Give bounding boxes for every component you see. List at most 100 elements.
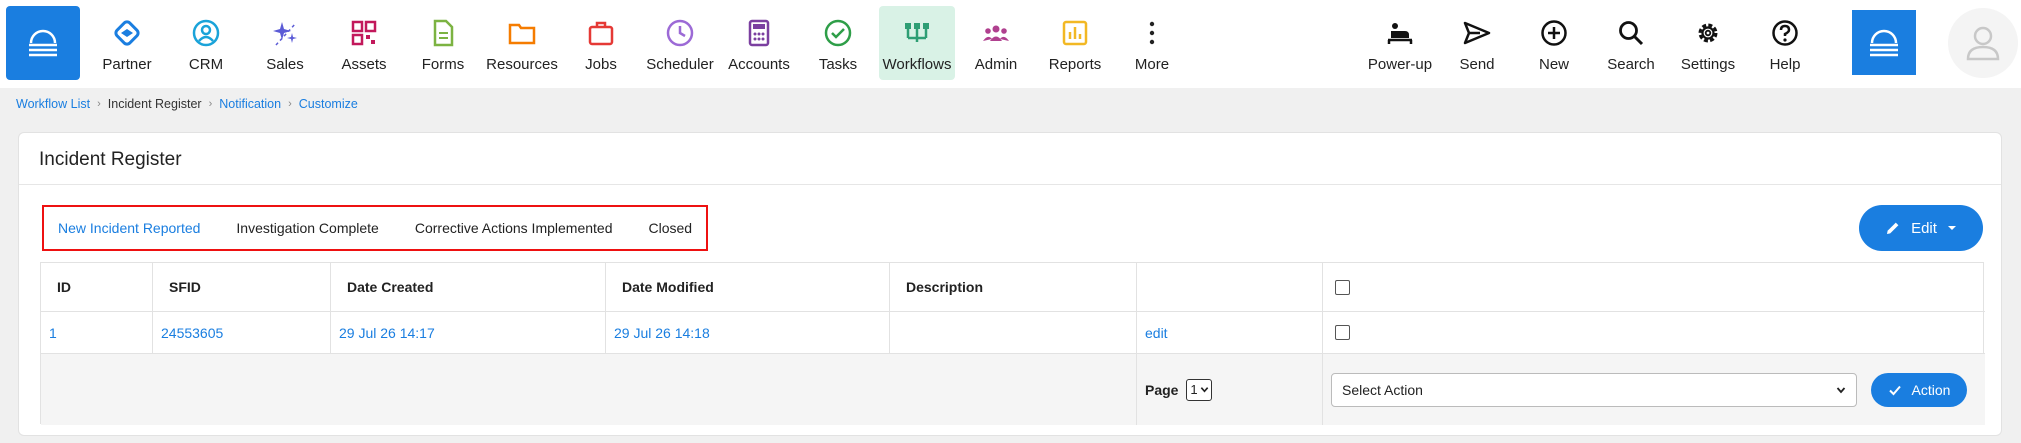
caret-down-icon xyxy=(1947,226,1956,230)
nav-label: More xyxy=(1134,56,1170,73)
breadcrumb-separator: › xyxy=(288,98,292,110)
breadcrumb-separator: › xyxy=(97,98,101,110)
company-logo[interactable] xyxy=(1852,10,1916,75)
workflow-table: ID SFID Date Created Date Modified Descr… xyxy=(40,262,1985,425)
nav-label: Partner xyxy=(102,56,152,73)
gear-icon xyxy=(1693,18,1723,48)
breadcrumb: Workflow List › Incident Register › Noti… xyxy=(16,97,358,111)
tab-new-incident-reported[interactable]: New Incident Reported xyxy=(58,220,200,236)
page-select[interactable]: 1 xyxy=(1186,378,1213,401)
nav-crm[interactable]: CRM xyxy=(168,6,244,80)
chevron-down-icon xyxy=(1836,386,1846,393)
incident-register-card: Incident Register New Incident Reported … xyxy=(18,132,2002,436)
footer-spacer xyxy=(41,353,1137,425)
edit-button-label: Edit xyxy=(1911,219,1937,237)
column-header-date-created[interactable]: Date Created xyxy=(331,263,606,311)
nav-label: Workflows xyxy=(882,56,952,73)
cell-sfid[interactable]: 24553605 xyxy=(153,311,331,353)
help-circle-icon xyxy=(1770,18,1800,48)
cell-id[interactable]: 1 xyxy=(41,311,153,353)
column-header-description[interactable]: Description xyxy=(890,263,1137,311)
breadcrumb-customize[interactable]: Customize xyxy=(299,97,358,111)
cell-date-created[interactable]: 29 Jul 26 14:17 xyxy=(331,311,606,353)
nav-label: Power-up xyxy=(1367,56,1433,73)
nav-help[interactable]: Help xyxy=(1747,6,1823,80)
plus-circle-icon xyxy=(1539,18,1569,48)
nav-label: Sales xyxy=(266,56,304,73)
action-button[interactable]: Action xyxy=(1871,372,1967,407)
nav-label: Scheduler xyxy=(646,56,714,73)
breadcrumb-separator: › xyxy=(208,98,213,110)
top-navigation: Partner CRM Sales Assets Forms Resources xyxy=(0,0,2021,88)
nav-label: Resources xyxy=(486,56,558,73)
bulk-action-select[interactable]: Select Action xyxy=(1331,372,1857,407)
row-checkbox[interactable] xyxy=(1335,325,1350,340)
send-icon xyxy=(1462,18,1492,48)
edit-button[interactable]: Edit xyxy=(1859,205,1983,251)
calculator-icon xyxy=(744,18,774,48)
breadcrumb-workflow-list[interactable]: Workflow List xyxy=(16,97,90,111)
cell-date-modified[interactable]: 29 Jul 26 14:18 xyxy=(606,311,890,353)
tab-corrective-actions-implemented[interactable]: Corrective Actions Implemented xyxy=(415,220,613,236)
folder-icon xyxy=(507,18,537,48)
nav-label: Admin xyxy=(974,56,1018,73)
user-avatar[interactable] xyxy=(1948,8,2018,78)
nav-label: Settings xyxy=(1680,56,1736,73)
pencil-icon xyxy=(1887,222,1899,234)
breadcrumb-notification[interactable]: Notification xyxy=(219,97,281,111)
nav-send[interactable]: Send xyxy=(1439,6,1515,80)
nav-label: Reports xyxy=(1048,56,1102,73)
nav-assets[interactable]: Assets xyxy=(326,6,402,80)
home-logo-button[interactable] xyxy=(6,6,80,80)
nav-more[interactable]: More xyxy=(1114,6,1190,80)
clock-icon xyxy=(665,18,695,48)
handshake-icon xyxy=(112,18,142,48)
nav-label: Jobs xyxy=(585,56,617,73)
nav-label: Accounts xyxy=(728,56,790,73)
bed-icon xyxy=(1385,18,1415,48)
breadcrumb-incident-register: Incident Register xyxy=(107,97,202,111)
nav-scheduler[interactable]: Scheduler xyxy=(642,6,718,80)
column-header-date-modified[interactable]: Date Modified xyxy=(606,263,890,311)
nav-label: Tasks xyxy=(818,56,858,73)
edit-row-link[interactable]: edit xyxy=(1137,311,1323,353)
document-icon xyxy=(428,18,458,48)
qr-grid-icon xyxy=(349,18,379,48)
column-header-id[interactable]: ID xyxy=(41,263,153,311)
user-circle-icon xyxy=(191,18,221,48)
nav-jobs[interactable]: Jobs xyxy=(563,6,639,80)
bulk-action-select-value: Select Action xyxy=(1342,381,1423,398)
tab-investigation-complete[interactable]: Investigation Complete xyxy=(236,220,378,236)
sparkle-icon xyxy=(270,18,300,48)
tab-closed[interactable]: Closed xyxy=(648,220,692,236)
user-placeholder-icon xyxy=(1966,26,2000,61)
column-header-sfid[interactable]: SFID xyxy=(153,263,331,311)
nav-label: Send xyxy=(1459,56,1495,73)
nav-tasks[interactable]: Tasks xyxy=(800,6,876,80)
nav-new[interactable]: New xyxy=(1516,6,1592,80)
nav-sales[interactable]: Sales xyxy=(247,6,323,80)
nav-settings[interactable]: Settings xyxy=(1670,6,1746,80)
nav-forms[interactable]: Forms xyxy=(405,6,481,80)
nav-workflows[interactable]: Workflows xyxy=(879,6,955,80)
nav-resources[interactable]: Resources xyxy=(484,6,560,80)
nav-power-up[interactable]: Power-up xyxy=(1362,6,1438,80)
people-icon xyxy=(981,18,1011,48)
status-tabs: New Incident Reported Investigation Comp… xyxy=(42,205,709,251)
nav-label: CRM xyxy=(188,56,224,73)
nav-search[interactable]: Search xyxy=(1593,6,1669,80)
nav-label: Search xyxy=(1607,56,1655,73)
bulk-action-bar: Select Action Action xyxy=(1323,353,1985,425)
column-header-blank xyxy=(1137,263,1323,311)
cloud-logo-icon xyxy=(1870,29,1898,56)
nav-accounts[interactable]: Accounts xyxy=(721,6,797,80)
action-button-label: Action xyxy=(1911,381,1951,398)
nav-label: New xyxy=(1538,56,1569,73)
select-all-checkbox[interactable] xyxy=(1335,279,1350,295)
nav-reports[interactable]: Reports xyxy=(1037,6,1113,80)
nav-partner[interactable]: Partner xyxy=(89,6,165,80)
nav-admin[interactable]: Admin xyxy=(958,6,1034,80)
briefcase-icon xyxy=(586,18,616,48)
page-label: Page xyxy=(1145,381,1179,398)
workflow-icon xyxy=(902,18,932,48)
